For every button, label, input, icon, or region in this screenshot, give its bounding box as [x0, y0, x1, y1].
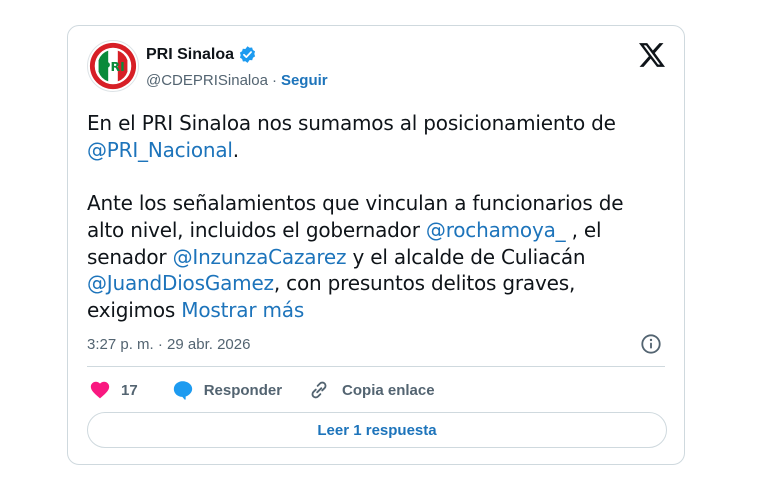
- tweet-text-segment: y el alcalde de Culiacán: [346, 244, 586, 269]
- author-handle[interactable]: @CDEPRISinaloa: [146, 72, 268, 89]
- info-icon[interactable]: [640, 333, 662, 355]
- tweet-text: En el PRI Sinaloa nos sumamos al posicio…: [87, 110, 662, 324]
- follow-button[interactable]: Seguir: [281, 72, 328, 89]
- link-icon: [311, 381, 327, 399]
- x-logo-icon[interactable]: [639, 43, 665, 67]
- tweet-paragraph-2: Ante los señalamientos que vinculan a fu…: [87, 190, 662, 324]
- speech-bubble-icon: [173, 381, 192, 400]
- heart-icon: [90, 381, 110, 399]
- author-name[interactable]: PRI Sinaloa: [146, 46, 234, 64]
- read-replies-button[interactable]: Leer 1 respuesta: [87, 412, 667, 448]
- copy-link-button[interactable]: Copia enlace: [308, 379, 435, 401]
- reply-label: Responder: [203, 381, 283, 399]
- separator-dot: ·: [271, 72, 277, 89]
- mention-inzunzacazarez[interactable]: @InzunzaCazarez: [173, 245, 347, 269]
- mention-pri-nacional[interactable]: @PRI_Nacional: [87, 138, 233, 162]
- handle-row: @CDEPRISinaloa · Seguir: [146, 72, 328, 89]
- author-name-row[interactable]: PRI Sinaloa: [146, 45, 257, 64]
- reply-button[interactable]: Responder: [172, 379, 282, 401]
- action-bar: 17 Responder Copia enlace: [89, 378, 435, 402]
- mention-rochamoya[interactable]: @rochamoya_: [426, 218, 566, 242]
- mention-juanddiosgamez[interactable]: @JuandDiosGamez: [87, 271, 274, 295]
- svg-text:PRI: PRI: [101, 59, 124, 74]
- like-button[interactable]: 17: [89, 379, 138, 401]
- embedded-tweet-card: PRI PRI Sinaloa @CDEPRISinaloa · Seguir En…: [67, 25, 685, 465]
- tweet-paragraph-1: En el PRI Sinaloa nos sumamos al posicio…: [87, 110, 662, 163]
- author-avatar[interactable]: PRI: [87, 40, 139, 92]
- divider: [87, 366, 665, 367]
- tweet-text-segment: .: [232, 137, 239, 162]
- copy-link-label: Copia enlace: [342, 381, 435, 399]
- verified-badge-icon: [239, 46, 256, 63]
- pri-logo-icon: PRI: [89, 42, 137, 90]
- tweet-timestamp[interactable]: 3:27 p. m. · 29 abr. 2026: [87, 336, 250, 353]
- show-more-link[interactable]: Mostrar más: [181, 298, 304, 322]
- like-count: 17: [121, 381, 138, 399]
- tweet-text-segment: En el PRI Sinaloa nos sumamos al posicio…: [87, 111, 616, 135]
